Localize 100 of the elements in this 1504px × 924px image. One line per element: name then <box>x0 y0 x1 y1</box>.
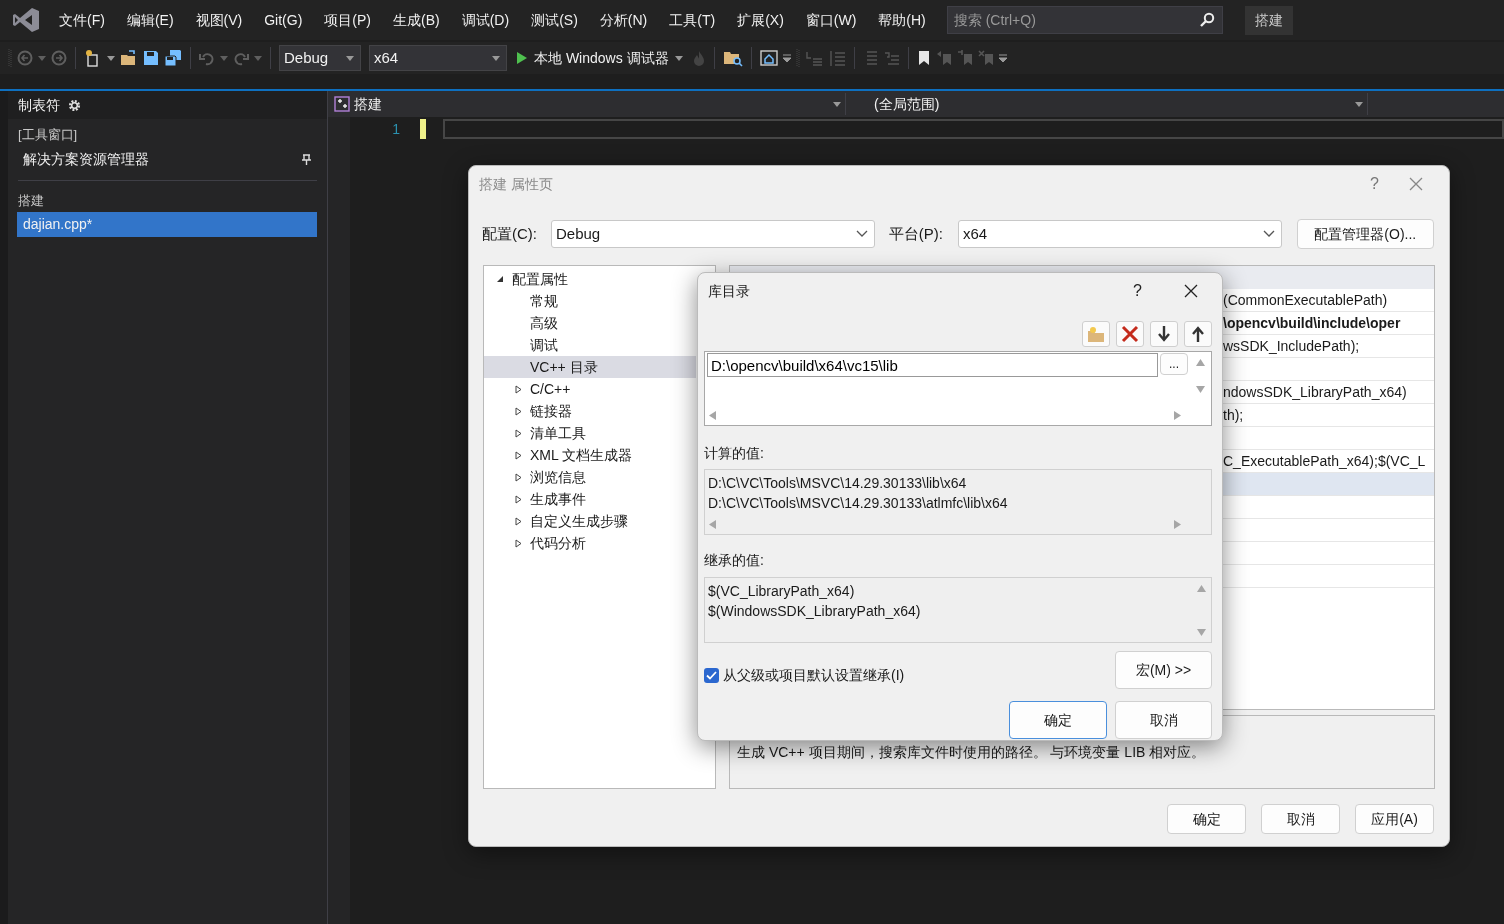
directory-entry-field[interactable]: D:\opencv\build\x64\vc15\lib <box>707 353 1158 377</box>
checkbox[interactable] <box>704 668 719 683</box>
macros-button[interactable]: 宏(M) >> <box>1115 651 1212 689</box>
property-value: ndowsSDK_LibraryPath_x64) <box>1223 382 1407 402</box>
caret-icon[interactable] <box>492 55 500 61</box>
ok-button[interactable]: 确定 <box>1009 701 1107 739</box>
delete-button[interactable] <box>1116 321 1144 347</box>
window-list-item[interactable]: 解决方案资源管理器 <box>17 146 317 172</box>
play-icon <box>516 51 528 65</box>
window-list-item[interactable]: dajian.cpp* <box>17 212 317 237</box>
menu-item[interactable]: 工具(T) <box>658 9 727 31</box>
caret-icon[interactable] <box>674 55 683 61</box>
window-home-icon[interactable] <box>759 50 778 66</box>
configuration-manager-button[interactable]: 配置管理器(O)... <box>1296 219 1434 249</box>
tree-item[interactable]: XML 文档生成器 <box>484 444 696 466</box>
tree-item[interactable]: 高级 <box>484 312 696 334</box>
caret-icon[interactable] <box>1355 101 1363 107</box>
help-button[interactable]: ? <box>1127 279 1148 303</box>
line-number: 1 <box>391 120 400 139</box>
project-icon <box>334 96 350 112</box>
tree-item[interactable]: C/C++ <box>484 378 696 400</box>
search-field[interactable]: 搜索 (Ctrl+Q) <box>946 6 1223 34</box>
menu-item[interactable]: 调试(D) <box>450 9 521 31</box>
move-down-button[interactable] <box>1150 321 1178 347</box>
cancel-button[interactable]: 取消 <box>1115 701 1212 739</box>
collapsed-icon[interactable] <box>514 472 522 482</box>
menu-item[interactable]: 编辑(E) <box>115 9 185 31</box>
value-line: D:\C\VC\Tools\MSVC\14.29.30133\atlmfc\lib\x64 <box>707 494 1008 513</box>
tree-item[interactable]: 自定义生成步骤 <box>484 510 696 532</box>
configuration-select[interactable]: Debug <box>551 220 875 248</box>
property-value: wsSDK_IncludePath); <box>1223 336 1360 356</box>
platform-select[interactable]: x64 <box>957 220 1282 248</box>
collapsed-icon[interactable] <box>514 494 522 504</box>
change-marker <box>420 119 426 139</box>
menu-item[interactable]: 项目(P) <box>313 9 382 31</box>
platform-dropdown[interactable]: x64 <box>369 45 507 71</box>
menu-item[interactable]: 扩展(X) <box>726 9 795 31</box>
close-icon[interactable] <box>1184 284 1198 298</box>
save-all-icon[interactable] <box>164 49 182 67</box>
dialog-button[interactable]: 取消 <box>1261 804 1340 834</box>
collapsed-icon[interactable] <box>514 538 522 548</box>
tree-item[interactable]: 配置属性 <box>484 268 696 290</box>
caret-icon[interactable] <box>254 55 262 61</box>
tree-item[interactable]: 清单工具 <box>484 422 696 444</box>
start-debugging-button[interactable]: 本地 Windows 调试器 <box>512 47 687 69</box>
section-label: 计算的值: <box>704 444 765 463</box>
caret-icon[interactable] <box>833 101 841 107</box>
tree-item[interactable]: 常规 <box>484 290 696 312</box>
configuration-dropdown[interactable]: Debug <box>279 45 361 71</box>
settings-icon[interactable] <box>68 98 81 112</box>
tree-item[interactable]: 浏览信息 <box>484 466 696 488</box>
menu-item[interactable]: Git(G) <box>253 9 314 31</box>
tree-item[interactable]: 链接器 <box>484 400 696 422</box>
expanded-icon[interactable] <box>496 275 504 283</box>
collapsed-icon[interactable] <box>514 428 522 438</box>
caret-icon[interactable] <box>38 55 46 61</box>
value-line: $(VC_LibraryPath_x64) <box>707 582 855 601</box>
search-icon[interactable] <box>1198 12 1215 28</box>
collapsed-icon[interactable] <box>514 384 522 394</box>
collapsed-icon[interactable] <box>514 516 522 526</box>
property-value: C_ExecutablePath_x64);$(VC_L <box>1223 451 1426 471</box>
tree-item[interactable]: 代码分析 <box>484 532 696 554</box>
menu-item[interactable]: 文件(F) <box>48 9 116 31</box>
description-text: 生成 VC++ 项目期间，搜索库文件时使用的路径。 与环境变量 LIB 相对应。 <box>737 744 1206 760</box>
field-label: 平台(P): <box>888 223 943 244</box>
move-up-button[interactable] <box>1184 321 1212 347</box>
menu-item[interactable]: 视图(V) <box>184 9 254 31</box>
menu-item[interactable]: 生成(B) <box>382 9 451 31</box>
tree-item[interactable]: 调试 <box>484 334 696 356</box>
help-button[interactable]: ? <box>1364 172 1385 196</box>
back-icon[interactable] <box>17 50 33 66</box>
tree-item[interactable]: VC++ 目录 <box>484 356 696 378</box>
dialog-button[interactable]: 应用(A) <box>1355 804 1434 834</box>
tree-item[interactable]: 生成事件 <box>484 488 696 510</box>
redo-icon[interactable] <box>233 50 249 66</box>
save-icon[interactable] <box>143 50 159 66</box>
browse-button[interactable]: ... <box>1160 353 1188 375</box>
undo-icon[interactable] <box>199 50 215 66</box>
bookmark-icon[interactable] <box>916 50 931 66</box>
menu-item[interactable]: 窗口(W) <box>794 9 868 31</box>
menu-item[interactable]: 测试(S) <box>520 9 589 31</box>
overflow-icon[interactable] <box>782 54 791 62</box>
open-folder-icon[interactable] <box>120 50 138 66</box>
move-up-icon <box>1189 325 1207 343</box>
checkbox-label[interactable]: 从父级或项目默认设置继承(I) <box>723 665 905 686</box>
forward-icon[interactable] <box>51 50 67 66</box>
collapsed-icon[interactable] <box>514 406 522 416</box>
dialog-title: 搭建 属性页 <box>479 174 553 194</box>
dialog-button[interactable]: 确定 <box>1167 804 1246 834</box>
menu-item[interactable]: 分析(N) <box>588 9 659 31</box>
collapsed-icon[interactable] <box>514 450 522 460</box>
caret-icon[interactable] <box>107 55 115 61</box>
menu-item[interactable]: 帮助(H) <box>867 9 937 31</box>
folder-search-icon[interactable] <box>722 49 743 67</box>
delete-icon <box>1121 325 1139 343</box>
overflow-icon[interactable] <box>998 54 1007 62</box>
caret-icon[interactable] <box>220 55 228 61</box>
move-down-icon <box>1155 325 1173 343</box>
caret-icon[interactable] <box>346 55 354 61</box>
pin-icon[interactable] <box>302 153 311 165</box>
